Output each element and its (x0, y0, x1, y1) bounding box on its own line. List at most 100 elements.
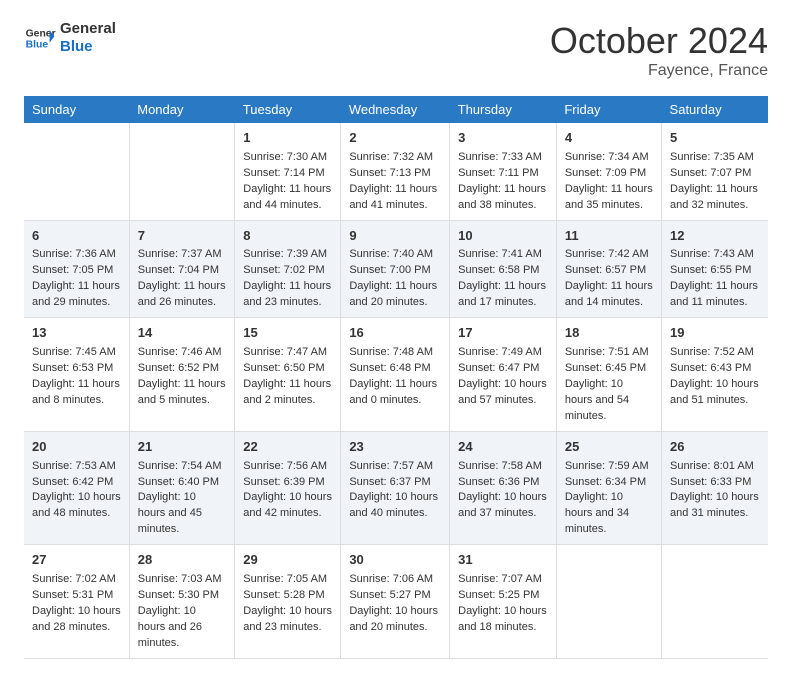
sunrise-text: Sunrise: 7:40 AM (349, 247, 441, 263)
sunrise-text: Sunrise: 7:58 AM (458, 459, 548, 475)
sunset-text: Sunset: 7:11 PM (458, 166, 548, 182)
sunrise-text: Sunrise: 7:59 AM (565, 459, 653, 475)
daylight-text: Daylight: 11 hours and 2 minutes. (243, 377, 332, 409)
calendar-week-row: 20Sunrise: 7:53 AMSunset: 6:42 PMDayligh… (24, 431, 768, 545)
day-number: 27 (32, 551, 121, 570)
sunset-text: Sunset: 6:48 PM (349, 361, 441, 377)
calendar-cell: 31Sunrise: 7:07 AMSunset: 5:25 PMDayligh… (450, 545, 557, 659)
sunrise-text: Sunrise: 7:06 AM (349, 572, 441, 588)
day-number: 30 (349, 551, 441, 570)
daylight-text: Daylight: 11 hours and 20 minutes. (349, 279, 441, 311)
calendar-cell: 6Sunrise: 7:36 AMSunset: 7:05 PMDaylight… (24, 220, 129, 318)
sunset-text: Sunset: 6:53 PM (32, 361, 121, 377)
daylight-text: Daylight: 10 hours and 54 minutes. (565, 377, 653, 425)
daylight-text: Daylight: 11 hours and 8 minutes. (32, 377, 121, 409)
calendar-week-row: 27Sunrise: 7:02 AMSunset: 5:31 PMDayligh… (24, 545, 768, 659)
weekday-header: Monday (129, 96, 235, 123)
day-number: 10 (458, 227, 548, 246)
day-number: 21 (138, 438, 227, 457)
calendar-cell (556, 545, 661, 659)
sunset-text: Sunset: 6:34 PM (565, 475, 653, 491)
daylight-text: Daylight: 11 hours and 41 minutes. (349, 182, 441, 214)
daylight-text: Daylight: 11 hours and 5 minutes. (138, 377, 227, 409)
sunset-text: Sunset: 6:47 PM (458, 361, 548, 377)
daylight-text: Daylight: 10 hours and 31 minutes. (670, 490, 760, 522)
calendar-week-row: 1Sunrise: 7:30 AMSunset: 7:14 PMDaylight… (24, 123, 768, 220)
month-title: October 2024 (550, 20, 768, 62)
daylight-text: Daylight: 11 hours and 11 minutes. (670, 279, 760, 311)
day-number: 6 (32, 227, 121, 246)
day-number: 31 (458, 551, 548, 570)
calendar-cell: 21Sunrise: 7:54 AMSunset: 6:40 PMDayligh… (129, 431, 235, 545)
day-number: 16 (349, 324, 441, 343)
day-number: 18 (565, 324, 653, 343)
calendar-cell: 27Sunrise: 7:02 AMSunset: 5:31 PMDayligh… (24, 545, 129, 659)
daylight-text: Daylight: 11 hours and 23 minutes. (243, 279, 332, 311)
logo-blue: Blue (60, 38, 116, 56)
weekday-header: Thursday (450, 96, 557, 123)
daylight-text: Daylight: 11 hours and 14 minutes. (565, 279, 653, 311)
day-number: 15 (243, 324, 332, 343)
daylight-text: Daylight: 11 hours and 29 minutes. (32, 279, 121, 311)
daylight-text: Daylight: 10 hours and 40 minutes. (349, 490, 441, 522)
calendar-cell: 10Sunrise: 7:41 AMSunset: 6:58 PMDayligh… (450, 220, 557, 318)
sunrise-text: Sunrise: 7:46 AM (138, 345, 227, 361)
calendar-week-row: 13Sunrise: 7:45 AMSunset: 6:53 PMDayligh… (24, 318, 768, 432)
sunset-text: Sunset: 6:57 PM (565, 263, 653, 279)
sunrise-text: Sunrise: 7:02 AM (32, 572, 121, 588)
sunrise-text: Sunrise: 7:36 AM (32, 247, 121, 263)
calendar-cell (129, 123, 235, 220)
day-number: 24 (458, 438, 548, 457)
calendar-cell: 28Sunrise: 7:03 AMSunset: 5:30 PMDayligh… (129, 545, 235, 659)
sunrise-text: Sunrise: 7:51 AM (565, 345, 653, 361)
calendar-cell: 3Sunrise: 7:33 AMSunset: 7:11 PMDaylight… (450, 123, 557, 220)
sunrise-text: Sunrise: 7:47 AM (243, 345, 332, 361)
sunrise-text: Sunrise: 7:07 AM (458, 572, 548, 588)
day-number: 19 (670, 324, 760, 343)
sunrise-text: Sunrise: 7:49 AM (458, 345, 548, 361)
sunset-text: Sunset: 6:37 PM (349, 475, 441, 491)
svg-text:Blue: Blue (26, 40, 49, 51)
day-number: 25 (565, 438, 653, 457)
sunset-text: Sunset: 6:50 PM (243, 361, 332, 377)
daylight-text: Daylight: 11 hours and 26 minutes. (138, 279, 227, 311)
sunrise-text: Sunrise: 7:48 AM (349, 345, 441, 361)
day-number: 29 (243, 551, 332, 570)
calendar-cell: 23Sunrise: 7:57 AMSunset: 6:37 PMDayligh… (341, 431, 450, 545)
calendar-cell: 20Sunrise: 7:53 AMSunset: 6:42 PMDayligh… (24, 431, 129, 545)
calendar-cell (24, 123, 129, 220)
logo-icon: General Blue (24, 22, 56, 54)
calendar-cell: 16Sunrise: 7:48 AMSunset: 6:48 PMDayligh… (341, 318, 450, 432)
sunrise-text: Sunrise: 7:41 AM (458, 247, 548, 263)
calendar-cell: 26Sunrise: 8:01 AMSunset: 6:33 PMDayligh… (662, 431, 768, 545)
sunset-text: Sunset: 6:43 PM (670, 361, 760, 377)
daylight-text: Daylight: 10 hours and 28 minutes. (32, 604, 121, 636)
daylight-text: Daylight: 11 hours and 17 minutes. (458, 279, 548, 311)
sunset-text: Sunset: 5:30 PM (138, 588, 227, 604)
calendar-table: SundayMondayTuesdayWednesdayThursdayFrid… (24, 96, 768, 659)
sunrise-text: Sunrise: 7:34 AM (565, 150, 653, 166)
sunrise-text: Sunrise: 7:45 AM (32, 345, 121, 361)
daylight-text: Daylight: 10 hours and 23 minutes. (243, 604, 332, 636)
sunrise-text: Sunrise: 7:43 AM (670, 247, 760, 263)
day-number: 5 (670, 129, 760, 148)
logo: General Blue General Blue (24, 20, 116, 56)
sunrise-text: Sunrise: 7:54 AM (138, 459, 227, 475)
daylight-text: Daylight: 10 hours and 26 minutes. (138, 604, 227, 652)
weekday-header: Friday (556, 96, 661, 123)
logo-general: General (60, 20, 116, 38)
sunset-text: Sunset: 7:02 PM (243, 263, 332, 279)
day-number: 1 (243, 129, 332, 148)
day-number: 8 (243, 227, 332, 246)
day-number: 17 (458, 324, 548, 343)
calendar-cell: 2Sunrise: 7:32 AMSunset: 7:13 PMDaylight… (341, 123, 450, 220)
daylight-text: Daylight: 11 hours and 44 minutes. (243, 182, 332, 214)
sunset-text: Sunset: 7:07 PM (670, 166, 760, 182)
sunrise-text: Sunrise: 7:52 AM (670, 345, 760, 361)
sunrise-text: Sunrise: 7:35 AM (670, 150, 760, 166)
daylight-text: Daylight: 10 hours and 51 minutes. (670, 377, 760, 409)
sunset-text: Sunset: 5:28 PM (243, 588, 332, 604)
day-number: 13 (32, 324, 121, 343)
header-row: SundayMondayTuesdayWednesdayThursdayFrid… (24, 96, 768, 123)
sunrise-text: Sunrise: 7:57 AM (349, 459, 441, 475)
